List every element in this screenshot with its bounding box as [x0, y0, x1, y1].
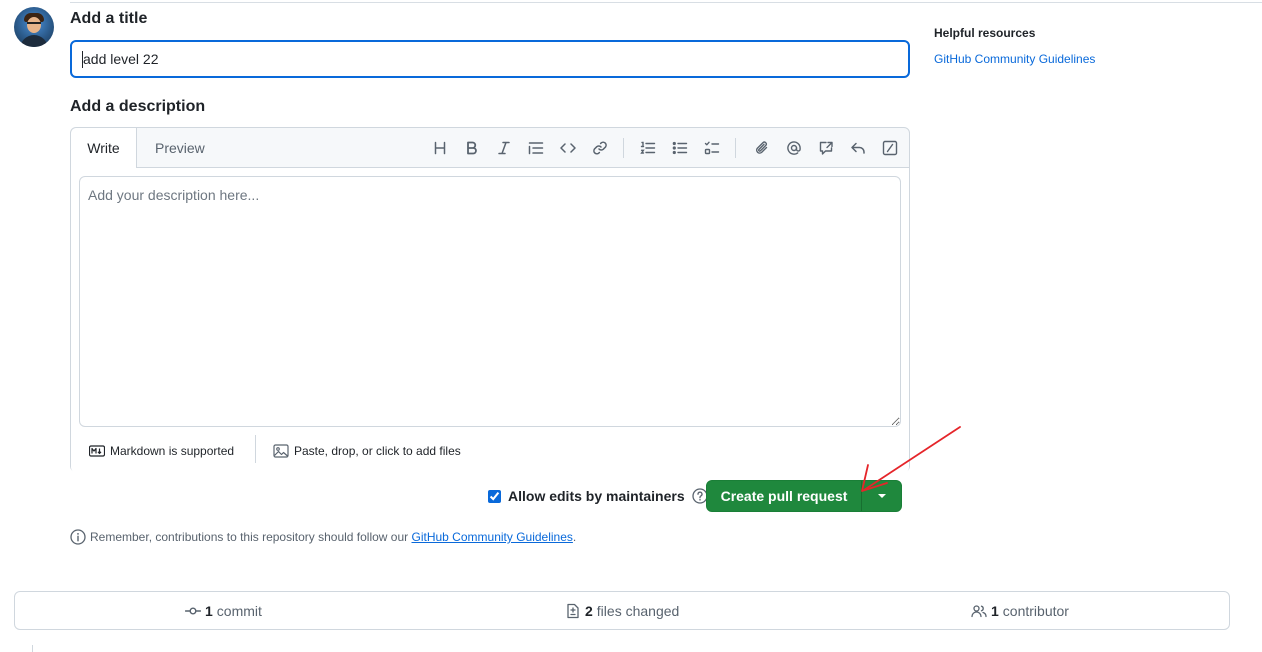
create-pull-request-button[interactable]: Create pull request — [707, 481, 861, 511]
community-guidelines-link[interactable]: GitHub Community Guidelines — [934, 52, 1095, 66]
contributors-count: 1 — [991, 602, 999, 619]
contributors-stat[interactable]: 1 contributor — [971, 592, 1069, 629]
files-changed-stat[interactable]: 2 files changed — [565, 592, 679, 629]
guidelines-note-link[interactable]: GitHub Community Guidelines — [412, 530, 573, 544]
timeline-line — [32, 645, 33, 652]
avatar[interactable] — [14, 7, 54, 47]
contributors-label: contributor — [1002, 602, 1069, 619]
markdown-label: Markdown is supported — [110, 444, 235, 458]
toolbar-divider — [623, 138, 624, 158]
toolbar-divider — [735, 138, 736, 158]
mention-icon[interactable] — [783, 137, 805, 159]
link-icon[interactable] — [589, 137, 611, 159]
create-pull-request-split-button: Create pull request — [706, 480, 902, 512]
editor-tabbar: Write Preview — [71, 128, 909, 169]
italic-icon[interactable] — [493, 137, 515, 159]
create-options-dropdown[interactable] — [862, 481, 901, 511]
commits-count: 1 — [205, 602, 213, 619]
code-icon[interactable] — [557, 137, 579, 159]
cross-reference-icon[interactable] — [815, 137, 837, 159]
description-label: Add a description — [70, 98, 206, 115]
files-count: 2 — [585, 602, 593, 619]
guidelines-note: Remember, contributions to this reposito… — [70, 529, 576, 545]
bold-icon[interactable] — [461, 137, 483, 159]
description-textarea[interactable] — [79, 176, 901, 427]
tab-preview[interactable]: Preview — [155, 128, 205, 168]
files-label: files changed — [596, 602, 680, 619]
attach-icon[interactable] — [751, 137, 773, 159]
info-icon — [70, 529, 86, 545]
guidelines-note-suffix: . — [572, 530, 577, 544]
reply-icon[interactable] — [847, 137, 869, 159]
file-diff-icon — [567, 603, 579, 618]
allow-edits-label: Allow edits by maintainers — [508, 488, 685, 504]
top-divider — [70, 2, 1262, 3]
allow-edits-checkbox[interactable] — [488, 489, 501, 503]
attach-files-button[interactable]: Paste, drop, or click to add files — [273, 441, 461, 461]
triangle-down-icon — [877, 494, 886, 498]
text-cursor — [82, 51, 83, 68]
image-icon — [273, 444, 289, 458]
tab-write[interactable]: Write — [71, 128, 137, 169]
editor-body: Markdown is supported Paste, drop, or cl… — [71, 168, 909, 473]
unordered-list-icon[interactable] — [669, 137, 691, 159]
people-icon — [971, 604, 987, 617]
slash-commands-icon[interactable] — [879, 137, 901, 159]
commit-icon — [185, 606, 201, 614]
footer-divider — [255, 435, 256, 463]
allow-edits-option[interactable]: Allow edits by maintainers — [488, 488, 708, 504]
pr-stats-bar: 1 commit 2 files changed 1 contributor — [14, 591, 1230, 630]
commits-label: commit — [216, 602, 262, 619]
markdown-supported-link[interactable]: Markdown is supported — [89, 441, 234, 461]
commits-stat[interactable]: 1 commit — [185, 592, 262, 629]
title-label: Add a title — [70, 10, 148, 27]
title-input[interactable] — [70, 40, 910, 78]
guidelines-note-text: Remember, contributions to this reposito… — [90, 530, 409, 544]
task-list-icon[interactable] — [701, 137, 723, 159]
attach-files-label: Paste, drop, or click to add files — [294, 444, 461, 458]
helpful-resources-heading: Helpful resources — [934, 26, 1036, 40]
markdown-icon — [89, 445, 105, 457]
quote-icon[interactable] — [525, 137, 547, 159]
numbered-list-icon[interactable] — [637, 137, 659, 159]
heading-icon[interactable] — [429, 137, 451, 159]
description-editor: Write Preview Add your description here.… — [70, 127, 910, 473]
